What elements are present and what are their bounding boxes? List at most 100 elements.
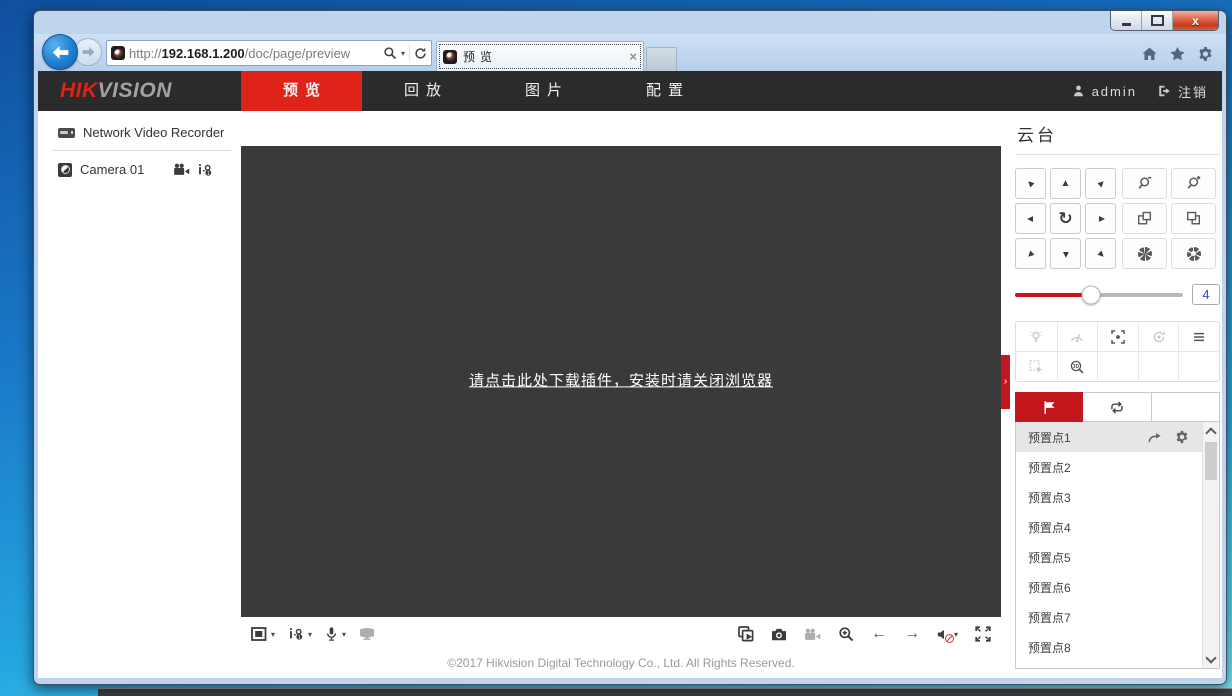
scrollbar-thumb[interactable] (1205, 442, 1217, 480)
start-live-view-icon[interactable] (173, 163, 190, 177)
speed-slider[interactable] (1015, 293, 1183, 297)
focus-far-button[interactable] (1171, 203, 1216, 234)
focus-near-button[interactable] (1122, 203, 1167, 234)
set-preset-gear-icon[interactable] (1175, 430, 1189, 444)
preset-tab-bar (1015, 392, 1220, 422)
ptz-right-button[interactable]: ▲ (1085, 203, 1116, 234)
forward-button[interactable] (74, 38, 102, 66)
preset-item[interactable]: 预置点7 (1016, 602, 1202, 632)
aux-empty-cell (1097, 352, 1138, 381)
ptz-up-right-button[interactable]: ▲ (1085, 168, 1116, 199)
preset-item[interactable]: 预置点6 (1016, 572, 1202, 602)
tab-picture[interactable]: 图片 (483, 71, 604, 111)
zoom-in-button[interactable] (1171, 168, 1216, 199)
zoom-out-button[interactable] (1122, 168, 1167, 199)
preset-item[interactable]: 预置点5 (1016, 542, 1202, 572)
ptz-speed-row: 4 (1015, 284, 1220, 305)
iris-close-button[interactable] (1122, 238, 1167, 269)
record-button[interactable] (804, 628, 821, 641)
panel-expand-handle[interactable]: › (1001, 355, 1010, 409)
digital-zoom-button[interactable] (838, 626, 854, 642)
close-button[interactable]: x (1173, 11, 1218, 30)
patrol-tab[interactable] (1083, 392, 1151, 422)
browser-tab[interactable]: 预览 × (436, 41, 644, 71)
manual-tracking-button[interactable] (1016, 352, 1057, 381)
back-button[interactable] (42, 34, 78, 70)
ptz-left-button[interactable]: ▲ (1015, 203, 1046, 234)
light-button[interactable] (1016, 322, 1057, 351)
plugin-download-link[interactable]: 请点击此处下载插件，安装时请关闭浏览器 (241, 369, 1001, 390)
next-page-button[interactable]: → (904, 626, 920, 642)
settings-gear-icon[interactable] (1197, 46, 1214, 62)
slider-knob[interactable] (1081, 285, 1100, 304)
stream-type-icon[interactable]: 1 (197, 163, 213, 177)
ptz-auto-scan-button[interactable]: ↻ (1050, 203, 1081, 234)
logout-button[interactable]: 注销 (1157, 82, 1208, 101)
preset-item[interactable]: 预置点3 (1016, 482, 1202, 512)
iris-open-button[interactable] (1171, 238, 1216, 269)
favorites-star-icon[interactable] (1169, 46, 1186, 62)
stream-select-button[interactable]: 1 ▾ (288, 627, 312, 641)
previous-page-button[interactable]: ← (871, 626, 887, 642)
aux-row-1 (1016, 322, 1219, 351)
audio-button[interactable]: ▾ (937, 628, 958, 641)
svg-text:1: 1 (207, 170, 210, 176)
preset-list-box: 预置点1 预置点2 预置点3 预置点4 预置点 (1015, 422, 1220, 669)
preset-item-selected[interactable]: 预置点1 (1016, 422, 1202, 452)
tab-preview[interactable]: 预览 (241, 71, 362, 111)
video-screen: 请点击此处下载插件，安装时请关闭浏览器 › (241, 146, 1001, 617)
url-text[interactable]: http://192.168.1.200/doc/page/preview (129, 46, 379, 61)
preset-tab[interactable] (1015, 392, 1083, 422)
menu-button[interactable] (1178, 322, 1219, 351)
ptz-down-right-button[interactable]: ▲ (1085, 238, 1116, 269)
taskbar[interactable] (98, 688, 1232, 696)
preset-scrollbar[interactable] (1202, 422, 1219, 668)
fullscreen-button[interactable] (975, 626, 991, 642)
scroll-down-arrow[interactable] (1203, 651, 1219, 667)
preset-item[interactable]: 预置点4 (1016, 512, 1202, 542)
tab-configuration[interactable]: 配置 (604, 71, 725, 111)
two-way-audio-button[interactable]: ▾ (325, 626, 346, 642)
wiper-button[interactable] (1057, 322, 1098, 351)
ptz-down-button[interactable]: ▲ (1050, 238, 1081, 269)
address-dropdown-icon[interactable]: ▾ (401, 49, 405, 58)
sidebar-divider (52, 150, 231, 151)
ptz-up-button[interactable]: ▲ (1050, 168, 1081, 199)
tab-favicon (443, 50, 457, 64)
window-division-button[interactable]: ▾ (251, 627, 275, 641)
zoom-3d-button[interactable]: 3D (1057, 352, 1098, 381)
capture-button[interactable] (771, 628, 787, 641)
auxiliary-focus-button[interactable] (1097, 322, 1138, 351)
start-all-live-button[interactable] (738, 626, 754, 642)
window-titlebar[interactable]: x (34, 11, 1226, 34)
refresh-icon[interactable] (414, 47, 427, 60)
preset-item[interactable]: 预置点8 (1016, 632, 1202, 662)
aux-empty-cell (1178, 352, 1219, 381)
svg-text:3D: 3D (1073, 364, 1080, 370)
light-bulb-icon (1029, 330, 1043, 344)
maximize-button[interactable] (1142, 11, 1173, 30)
ptz-down-left-button[interactable]: ▲ (1015, 238, 1046, 269)
ptz-up-left-button[interactable]: ▲ (1015, 168, 1046, 199)
camera-label: Camera 01 (80, 162, 144, 177)
caret-down-icon: ▾ (271, 630, 275, 639)
lens-init-button[interactable] (1138, 322, 1179, 351)
preset-label: 预置点1 (1028, 429, 1147, 446)
auxiliary-focus-icon (1111, 330, 1125, 344)
focus-near-icon (1137, 211, 1152, 226)
search-icon[interactable] (383, 46, 397, 60)
user-menu[interactable]: admin (1071, 84, 1137, 99)
device-root-item[interactable]: Network Video Recorder (38, 125, 241, 140)
call-preset-icon[interactable] (1147, 431, 1162, 444)
fisheye-button[interactable] (359, 627, 375, 641)
scroll-up-arrow[interactable] (1203, 423, 1219, 439)
address-bar[interactable]: http://192.168.1.200/doc/page/preview ▾ (106, 40, 432, 66)
new-tab-button[interactable] (646, 47, 677, 71)
pattern-tab[interactable] (1152, 392, 1220, 422)
home-icon[interactable] (1141, 46, 1158, 62)
minimize-button[interactable] (1111, 11, 1142, 30)
camera-list-item[interactable]: Camera 01 1 (38, 162, 241, 177)
preset-item[interactable]: 预置点2 (1016, 452, 1202, 482)
tab-close-icon[interactable]: × (629, 49, 637, 64)
tab-playback[interactable]: 回放 (362, 71, 483, 111)
